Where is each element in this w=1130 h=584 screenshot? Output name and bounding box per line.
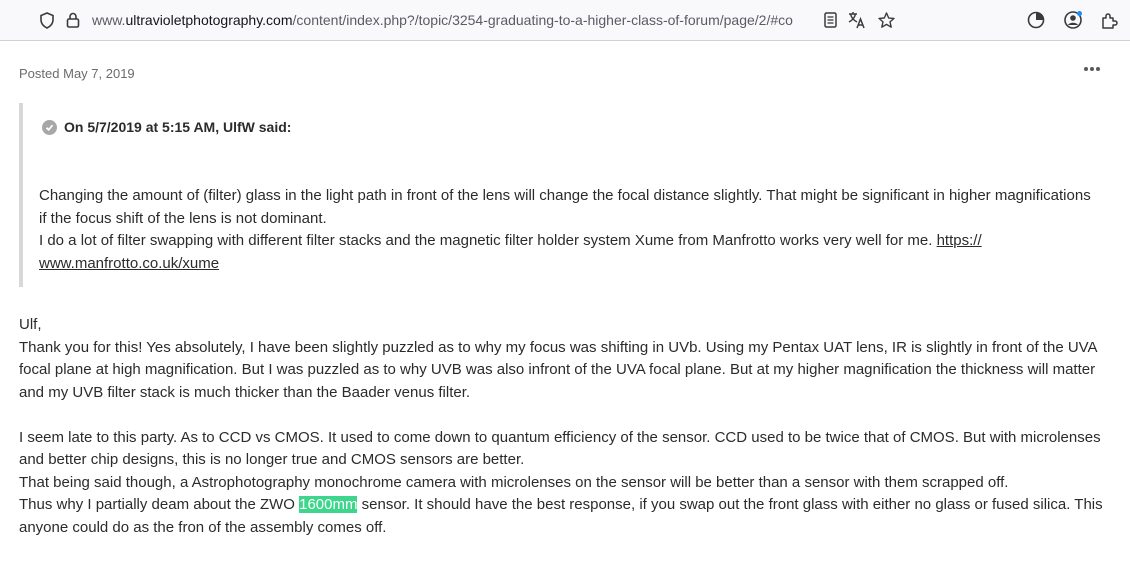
post-body: Ulf, Thank you for this! Yes absolutely,… — [19, 316, 1103, 536]
quote-text: Changing the amount of (filter) glass in… — [39, 187, 1091, 272]
account-icon[interactable] — [1062, 9, 1084, 31]
quote-block: On 5/7/2019 at 5:15 AM, UlfW said: Chang… — [19, 103, 1111, 287]
star-icon[interactable] — [876, 10, 896, 30]
check-icon — [42, 119, 57, 135]
shield-icon[interactable] — [38, 11, 56, 29]
pie-chart-icon[interactable] — [1026, 10, 1046, 30]
reader-view-icon[interactable] — [821, 11, 839, 29]
highlighted-text: 1600mm — [299, 496, 358, 513]
post-date: Posted May 7, 2019 — [19, 66, 135, 81]
manfrotto-link-continued[interactable]: www.manfrotto.co.uk/xume — [39, 255, 219, 272]
manfrotto-link[interactable]: https:// — [937, 232, 982, 249]
lock-icon[interactable] — [64, 11, 82, 29]
more-options-icon[interactable] — [1084, 63, 1102, 75]
quote-header: On 5/7/2019 at 5:15 AM, UlfW said: — [42, 119, 291, 135]
browser-toolbar: www.ultravioletphotography.com/content/i… — [0, 0, 1130, 41]
translate-icon[interactable] — [847, 10, 867, 30]
extensions-icon[interactable] — [1099, 10, 1119, 30]
url-field[interactable]: www.ultravioletphotography.com/content/i… — [92, 12, 812, 28]
forum-post: Posted May 7, 2019 On 5/7/2019 at 5:15 A… — [0, 41, 1130, 584]
